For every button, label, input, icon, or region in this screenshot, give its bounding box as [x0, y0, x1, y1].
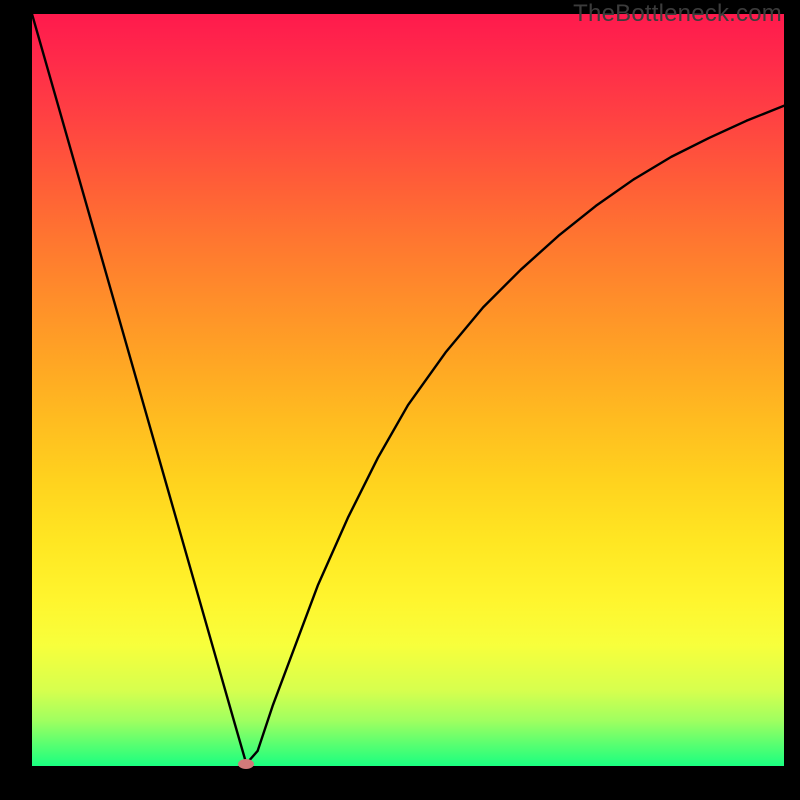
curve-path — [32, 14, 784, 764]
bottleneck-curve — [32, 14, 784, 766]
plot-area — [32, 14, 784, 766]
frame: TheBottleneck.com — [0, 0, 800, 800]
minimum-marker — [238, 759, 254, 769]
